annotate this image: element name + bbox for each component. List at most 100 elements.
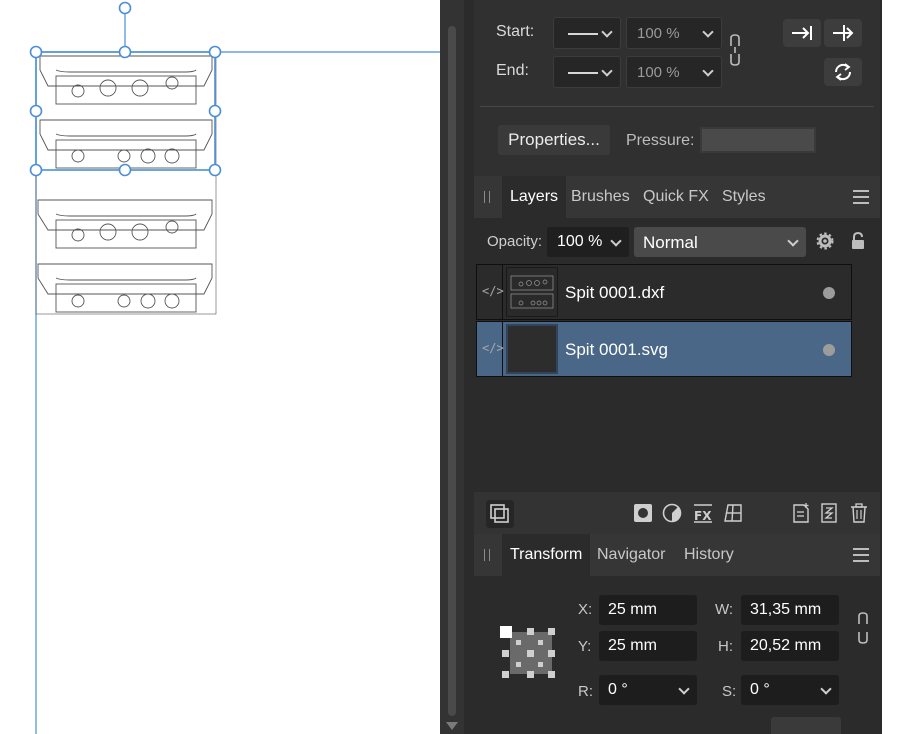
page-boundary [35,51,217,315]
panel-menu-icon[interactable] [853,548,869,562]
start-scale-select[interactable]: 100 % [626,17,722,49]
group-icon[interactable] [818,502,840,524]
grid-icon[interactable] [722,502,744,524]
chevron-down-icon [702,65,714,77]
rotation-handle [118,1,132,15]
s-value: 0 ° [750,681,770,698]
end-label: End: [496,62,529,79]
chevron-down-icon [601,26,613,38]
x-label: X: [578,601,593,618]
end-scale-select[interactable]: 100 % [626,56,722,88]
tab-layers[interactable]: Layers [502,176,567,218]
opacity-row: Opacity: 100 % Normal [474,218,880,262]
adjustment-icon[interactable] [661,502,683,524]
panel-grip-icon[interactable] [484,549,490,561]
x-field[interactable]: 25 mm [599,595,697,625]
tab-brushes[interactable]: Brushes [571,176,630,218]
tab-quick-fx[interactable]: Quick FX [643,176,709,218]
document-canvas[interactable] [0,0,440,734]
fx-icon[interactable]: FX [692,502,714,524]
window-edge-line [880,0,882,734]
layer-options-icon[interactable] [486,500,514,528]
arrow-to-line-icon [792,26,812,40]
properties-button[interactable]: Properties... [498,125,610,155]
panel-gutter [464,0,474,734]
end-arrowhead-select[interactable] [553,56,621,88]
layers-toolbar: FX [474,492,880,534]
h-field[interactable]: 20,52 mm [741,631,839,661]
anchor-point-grid[interactable] [500,626,558,684]
window-edge [880,0,900,734]
selection-box [35,51,216,171]
opacity-select[interactable]: 100 % [547,227,629,257]
transform-extra-button[interactable] [771,717,841,734]
shear-select[interactable]: 0 ° [741,675,839,705]
transform-panel: Transform Navigator History X: 25 mm Y: … [474,534,880,734]
layer-thumbnail [506,267,558,317]
h-label: H: [718,638,733,655]
rotation-select[interactable]: 0 ° [599,675,697,705]
layer-name: Spit 0001.dxf [565,283,665,302]
pressure-curve-field[interactable] [700,127,816,153]
part-shape-3 [37,199,213,249]
anchor-selected-handle [500,626,512,638]
part-shape-4 [37,263,213,313]
part-shape-1 [39,55,213,105]
layers-panel: Layers Brushes Quick FX Styles Opacity: … [474,176,880,534]
layer-row-dxf[interactable]: </> Spit 0001.dxf [476,264,852,320]
transform-tab-bar: Transform Navigator History [474,534,880,576]
chevron-down-icon [601,65,613,77]
app-window: Start: 100 % End: 100 % Properties... Pr… [0,0,900,734]
layer-visibility-toggle[interactable] [823,344,835,356]
chevron-down-icon [678,683,690,695]
canvas-artwork [29,1,440,734]
swap-arrowheads-button[interactable] [824,58,862,86]
opacity-value: 100 % [557,233,603,250]
code-icon: </> [482,284,504,298]
start-arrowhead-select[interactable] [553,17,621,49]
arrow-past-line-button[interactable] [824,19,862,47]
w-field[interactable]: 31,35 mm [741,595,839,625]
layer-name: Spit 0001.svg [565,340,669,359]
start-label: Start: [496,23,535,40]
canvas-scrollbar[interactable] [440,0,464,734]
blend-mode-select[interactable]: Normal [634,227,806,257]
panel-menu-icon[interactable] [853,190,869,204]
s-label: S: [722,683,737,700]
stroke-divider [480,106,874,107]
tab-navigator[interactable]: Navigator [597,534,665,576]
blend-mode-value: Normal [643,233,698,252]
tab-transform[interactable]: Transform [502,534,591,576]
chevron-down-icon [820,683,832,695]
chevron-down-icon [610,235,622,247]
layer-row-svg[interactable]: </> Spit 0001.svg [476,321,852,377]
y-field[interactable]: 25 mm [599,631,697,661]
mask-icon[interactable] [632,502,654,524]
thumbnail-artwork [510,275,554,309]
r-label: R: [578,683,593,700]
panel-grip-icon[interactable] [484,191,490,203]
layer-visibility-toggle[interactable] [823,287,835,299]
y-value: 25 mm [608,637,657,654]
layer-gutter[interactable]: </> [477,265,504,319]
code-icon: </> [482,341,504,355]
chevron-down-icon [702,26,714,38]
scroll-down-arrow-icon[interactable] [446,722,458,730]
x-value: 25 mm [608,601,657,618]
svg-text:FX: FX [694,509,712,523]
tab-history[interactable]: History [684,534,734,576]
arrow-right-icon [833,25,854,41]
link-icon[interactable] [728,34,742,66]
arrow-to-line-button[interactable] [783,19,821,47]
scrollbar-thumb[interactable] [448,26,456,716]
tab-styles[interactable]: Styles [722,176,766,218]
chevron-down-icon [787,235,799,247]
trash-icon[interactable] [848,502,870,524]
add-layer-icon[interactable] [790,502,812,524]
layer-gutter[interactable]: </> [477,322,504,376]
r-value: 0 ° [608,681,628,698]
start-scale-value: 100 % [637,25,680,42]
lock-icon[interactable] [850,231,866,251]
link-icon[interactable] [856,612,870,644]
gear-icon[interactable] [816,232,834,250]
